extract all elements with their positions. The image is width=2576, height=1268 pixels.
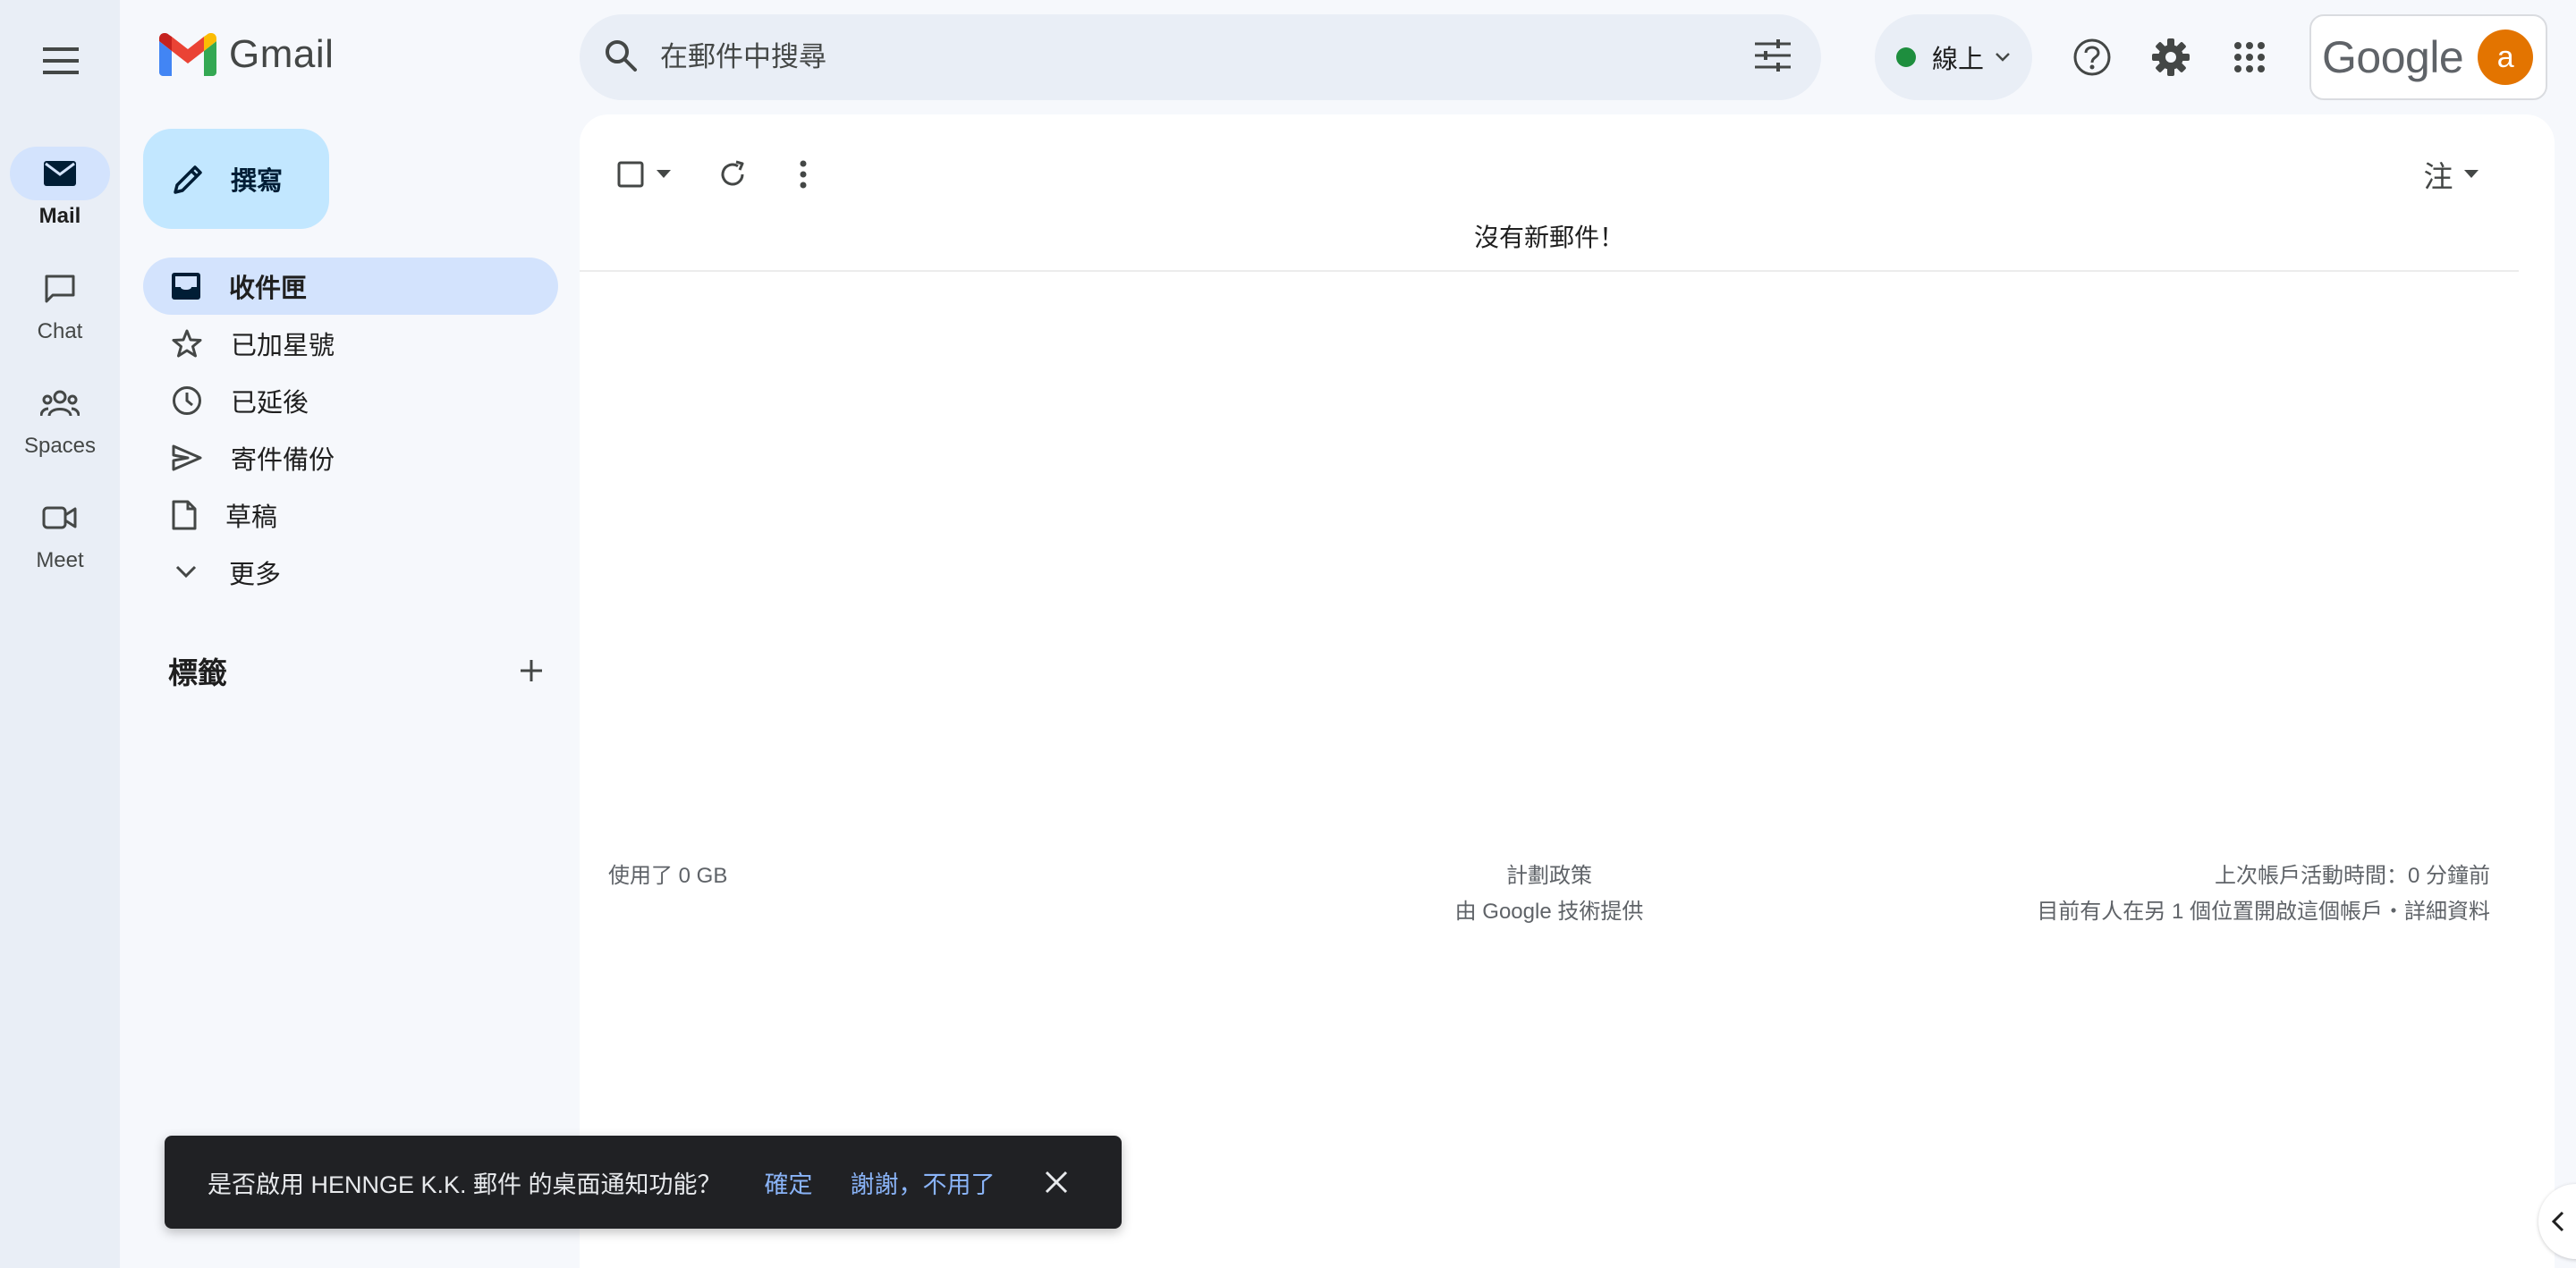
rail-label-mail: Mail <box>38 204 81 228</box>
refresh-icon[interactable] <box>701 143 764 206</box>
compose-button[interactable]: 撰寫 <box>143 129 329 229</box>
snackbar-message: 是否啟用 HENNGE K.K. 郵件 的桌面通知功能？ <box>208 1171 722 1198</box>
hamburger-menu-icon <box>43 47 79 74</box>
rail-label-chat: Chat <box>37 319 83 343</box>
caret-down-icon <box>2463 170 2479 178</box>
chevron-down-icon <box>1996 53 2010 62</box>
pencil-icon <box>174 165 202 194</box>
search-icon[interactable] <box>603 38 639 78</box>
send-icon <box>172 444 202 471</box>
meet-icon <box>10 491 110 545</box>
search-input[interactable] <box>660 41 1644 73</box>
snackbar-dismiss-button[interactable]: 謝謝，不用了 <box>851 1165 996 1200</box>
mail-icon <box>10 147 110 200</box>
desktop-notification-snackbar: 是否啟用 HENNGE K.K. 郵件 的桌面通知功能？ 確定 謝謝，不用了 <box>165 1136 1122 1229</box>
help-icon[interactable] <box>2061 26 2123 89</box>
gmail-wordmark: Gmail <box>229 32 335 76</box>
sidebar-item-sent[interactable]: 寄件備份 <box>143 429 558 486</box>
caret-down-icon <box>657 170 671 178</box>
apps-grid-icon[interactable] <box>2218 26 2281 89</box>
labels-section-header: 標籤 <box>168 649 544 692</box>
sidebar-item-more[interactable]: 更多 <box>143 544 558 601</box>
empty-inbox-message: 沒有新郵件！ <box>1473 224 1624 251</box>
labels-title: 標籤 <box>168 656 227 689</box>
last-account-activity: 上次帳戶活動時間：0 分鐘前 <box>2214 864 2490 888</box>
inbox-icon <box>172 273 200 300</box>
sidebar-item-inbox[interactable]: 收件匣 <box>143 258 558 315</box>
rail-label-meet: Meet <box>36 548 84 572</box>
sidebar-item-label: 已加星號 <box>231 332 335 360</box>
account-switcher[interactable]: Google a <box>2309 14 2547 100</box>
chevron-down-icon <box>175 565 197 579</box>
account-open-elsewhere-details[interactable]: 目前有人在另 1 個位置開啟這個帳戶・詳細資料 <box>2037 894 2490 930</box>
main-menu-button[interactable] <box>30 30 92 92</box>
footer-right: 上次帳戶活動時間：0 分鐘前 目前有人在另 1 個位置開啟這個帳戶・詳細資料 <box>2037 858 2490 930</box>
sidebar-item-label: 收件匣 <box>229 275 308 303</box>
add-label-plus-icon[interactable] <box>519 658 544 683</box>
input-tools-button[interactable]: 注 <box>2415 143 2487 206</box>
sidebar-item-label: 已延後 <box>231 389 309 418</box>
star-icon <box>172 329 202 358</box>
select-all-checkbox[interactable] <box>608 143 680 206</box>
search-bar[interactable] <box>580 14 1821 100</box>
snackbar-confirm-button[interactable]: 確定 <box>765 1165 813 1200</box>
google-wordmark: Google <box>2322 32 2464 82</box>
rail-item-spaces[interactable]: Spaces <box>0 376 120 459</box>
rail-item-meet[interactable]: Meet <box>0 491 120 573</box>
chevron-left-icon <box>2551 1211 2564 1232</box>
status-online-dot <box>1896 47 1916 67</box>
avatar[interactable]: a <box>2478 30 2534 85</box>
sidebar-item-label: 草稿 <box>225 503 278 532</box>
rail-item-chat[interactable]: Chat <box>0 262 120 344</box>
rail-label-spaces: Spaces <box>23 434 97 458</box>
checkbox-icon <box>617 161 644 188</box>
sidebar-item-label: 更多 <box>229 561 282 589</box>
sidebar-item-snoozed[interactable]: 已延後 <box>143 372 558 429</box>
sidebar-item-starred[interactable]: 已加星號 <box>143 315 558 372</box>
sidebar-item-label: 寄件備份 <box>231 446 335 475</box>
gmail-m-icon <box>159 33 216 76</box>
compose-label: 撰寫 <box>231 167 284 196</box>
clock-icon <box>173 386 201 415</box>
rail-item-mail[interactable]: Mail <box>0 147 120 229</box>
divider <box>580 270 2519 272</box>
chat-icon <box>10 262 110 316</box>
status-selector[interactable]: 線上 <box>1875 14 2032 100</box>
close-icon[interactable] <box>1038 1164 1074 1200</box>
settings-gear-icon[interactable] <box>2140 26 2202 89</box>
status-label: 線上 <box>1932 46 1985 74</box>
more-vert-icon[interactable] <box>776 143 830 206</box>
message-list-panel: 注 沒有新郵件！ 使用了 0 GB 計劃政策 由 Google 技術提供 上次帳… <box>580 114 2555 1268</box>
search-options-icon[interactable] <box>1755 38 1791 76</box>
input-tools-label: 注 <box>2423 160 2453 193</box>
spaces-icon <box>10 376 110 430</box>
gmail-logo[interactable]: Gmail <box>159 32 334 77</box>
draft-icon <box>172 500 197 530</box>
sidebar-item-drafts[interactable]: 草稿 <box>143 486 558 544</box>
